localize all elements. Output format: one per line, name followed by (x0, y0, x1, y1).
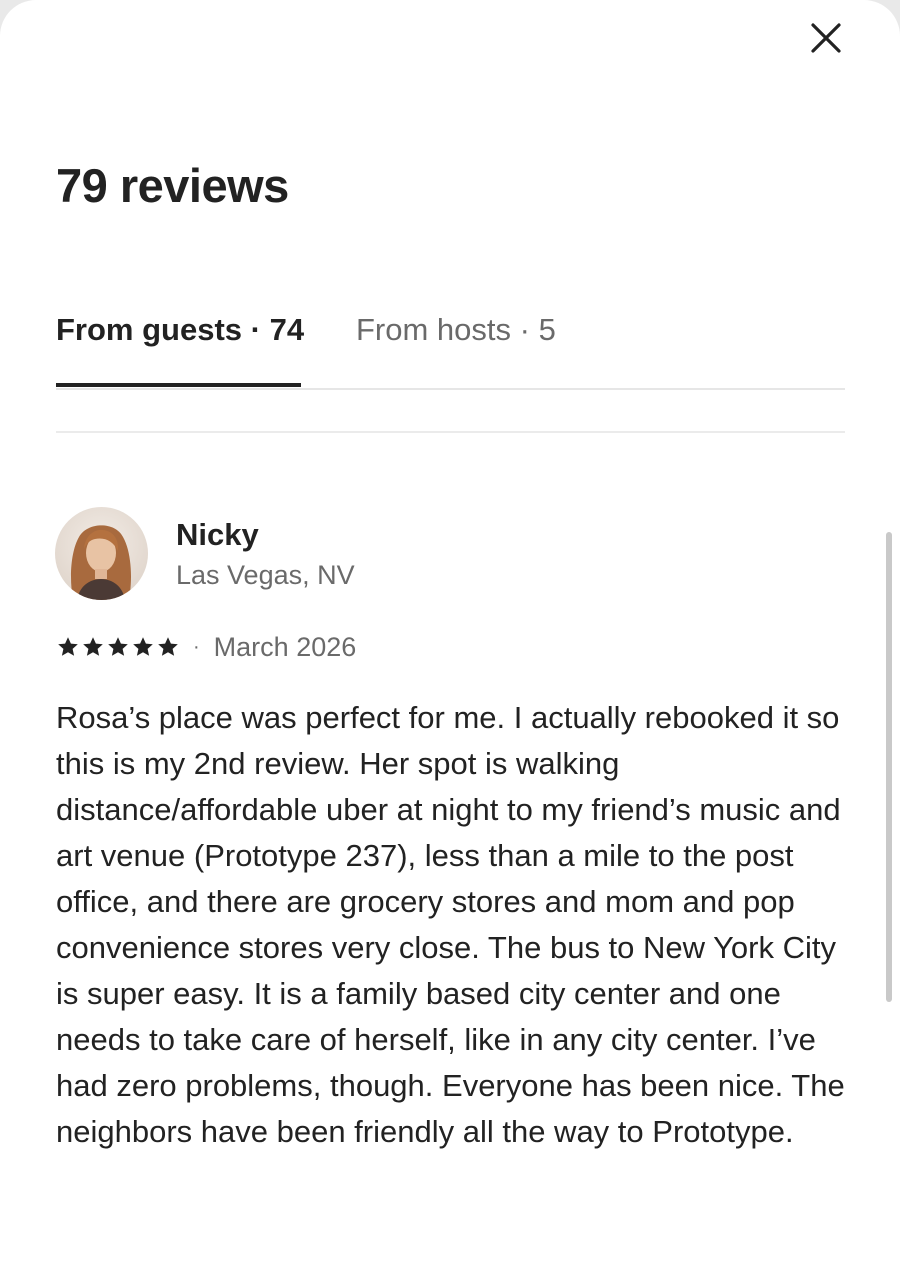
star-icon (83, 637, 103, 656)
divider (56, 431, 845, 433)
star-icon (158, 637, 178, 656)
avatar-image (55, 507, 148, 600)
review-tabs: From guests · 74 From hosts · 5 (56, 290, 845, 390)
star-rating (56, 635, 180, 659)
avatar[interactable] (55, 507, 148, 600)
star-icon (108, 637, 128, 656)
separator-dot: · (193, 635, 200, 658)
rating-row: · March 2026 (56, 630, 356, 664)
reviewer-location: Las Vegas, NV (176, 560, 355, 590)
star-icon (58, 637, 78, 656)
close-icon (811, 23, 841, 53)
star-icon (133, 637, 153, 656)
close-button[interactable] (800, 12, 852, 64)
scrollbar[interactable] (886, 532, 892, 1002)
tab-from-guests[interactable]: From guests · 74 (56, 312, 304, 348)
review-date: March 2026 (213, 631, 357, 662)
tab-from-hosts[interactable]: From hosts · 5 (356, 312, 556, 348)
active-tab-indicator (56, 383, 301, 387)
reviewer-name: Nicky (176, 517, 259, 552)
reviews-modal: 79 reviews From guests · 74 From hosts ·… (0, 0, 900, 1267)
review-text: Rosa’s place was perfect for me. I actua… (56, 700, 845, 1149)
page-title: 79 reviews (56, 159, 289, 212)
